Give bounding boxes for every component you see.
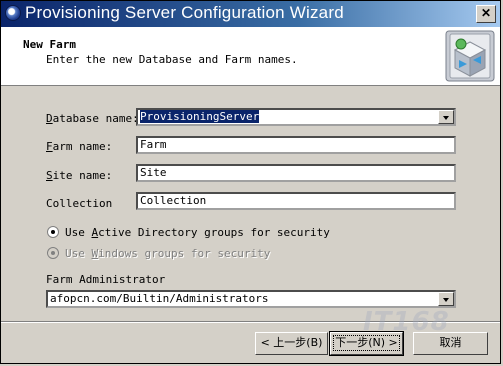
site-name-field[interactable]: Site [136,164,456,182]
close-button[interactable]: ✕ [476,5,496,23]
database-name-combobox[interactable]: ProvisioningServer [136,108,456,126]
radio-windows-groups [47,247,59,259]
farm-admin-label: Farm Administrator [46,273,166,286]
collection-value: Collection [140,194,207,207]
farm-name-value: Farm [140,138,167,151]
database-name-value: ProvisioningServer [140,110,260,123]
next-button[interactable]: 下一步(N) > [329,331,404,356]
app-icon [5,5,21,21]
collection-field[interactable]: Collection [136,192,456,210]
site-name-value: Site [140,166,167,179]
wizard-graphic-icon [445,30,495,82]
radio-windows-groups-label: Use Windows groups for security [65,247,271,260]
radio-active-directory[interactable] [47,226,59,238]
farm-name-label: Farm name: [46,140,113,153]
site-name-label: Site name: [46,169,113,182]
header-subtitle: Enter the new Database and Farm names. [46,53,298,66]
back-button[interactable]: < 上一步(B) [255,332,328,355]
wizard-window: Provisioning Server Configuration Wizard… [0,0,501,364]
radio-active-directory-label[interactable]: Use Active Directory groups for security [65,226,330,239]
database-name-label: Database name: [46,112,139,125]
chevron-down-icon[interactable] [438,292,454,306]
title-bar[interactable]: Provisioning Server Configuration Wizard… [1,1,500,27]
chevron-down-icon[interactable] [438,110,454,124]
farm-name-field[interactable]: Farm [136,136,456,154]
cancel-button[interactable]: 取消 [413,332,488,355]
farm-admin-value: afopcn.com/Builtin/Administrators [50,292,269,305]
header-title: New Farm [23,38,76,51]
next-button-label: 下一步(N) > [333,335,400,351]
wizard-header: New Farm Enter the new Database and Farm… [1,27,500,86]
window-title: Provisioning Server Configuration Wizard [25,3,344,22]
farm-admin-combobox[interactable]: afopcn.com/Builtin/Administrators [46,290,456,308]
collection-label: Collection [46,197,113,210]
